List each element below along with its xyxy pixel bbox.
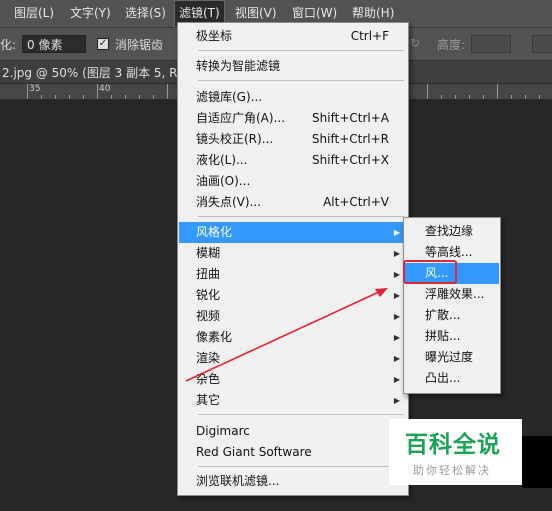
watermark-logo: 百科全说 助你轻松解决	[389, 419, 522, 485]
watermark-subtitle: 助你轻松解决	[413, 464, 491, 477]
watermark-title: 百科全说	[405, 432, 501, 458]
watermark-backdrop	[522, 436, 552, 488]
